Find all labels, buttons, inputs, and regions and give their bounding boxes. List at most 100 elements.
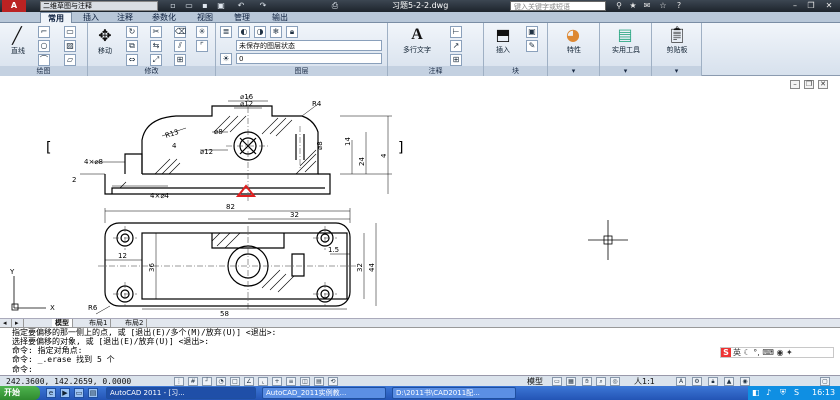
copy-icon[interactable]: ⧉ (126, 40, 138, 52)
close-icon[interactable]: ✕ (822, 0, 836, 12)
dimension-icon[interactable]: ⊢ (450, 26, 462, 38)
hatch-icon[interactable]: ▨ (64, 40, 76, 52)
annotation-visibility-icon[interactable]: A (676, 377, 686, 386)
leader-icon[interactable]: ↗ (450, 40, 462, 52)
circle-icon[interactable]: ○ (38, 40, 50, 52)
task-autocad[interactable]: AutoCAD 2011 - [习... (106, 387, 256, 399)
zoom-icon[interactable]: ⌕ (596, 377, 606, 386)
fillet-icon[interactable]: ⌜ (196, 40, 208, 52)
tray-ime-icon[interactable]: S (794, 386, 799, 400)
explode-icon[interactable]: ✳ (196, 26, 208, 38)
ducs-icon[interactable]: ⌞ (258, 377, 268, 386)
plot-icon[interactable]: ⎙ (328, 1, 342, 11)
scale-icon[interactable]: ⤢ (150, 54, 162, 66)
rotate-icon[interactable]: ↻ (126, 26, 138, 38)
utilities-icon[interactable]: ▤ (614, 25, 636, 45)
quicklaunch-browser-icon[interactable]: e (46, 388, 56, 398)
erase-icon[interactable]: ⌫ (174, 26, 186, 38)
save-icon[interactable]: ▪ (198, 1, 212, 11)
tab-annotate[interactable]: 注释 (110, 12, 140, 23)
table-icon[interactable]: ⊞ (450, 54, 462, 66)
search-input[interactable]: 键入关键字或短语 (510, 1, 606, 11)
clean-screen-icon[interactable]: ▢ (820, 377, 830, 386)
line-tool-icon[interactable]: ╱ (6, 26, 28, 46)
layer-properties-icon[interactable]: ≣ (220, 26, 232, 38)
pan-icon[interactable]: ✋︎ (582, 377, 592, 386)
workspace-switch-icon[interactable]: ⚙ (692, 377, 702, 386)
properties-dropdown[interactable]: ▾ (548, 66, 599, 76)
mtext-icon[interactable]: A (406, 25, 428, 45)
hardware-acceleration-icon[interactable]: ▲ (724, 377, 734, 386)
layer-lock-icon[interactable]: 🔒︎ (286, 26, 298, 38)
current-layer-combo[interactable]: 0 (236, 53, 382, 64)
ime-keyboard-icon[interactable]: ⌨ (762, 348, 774, 357)
ime-user-icon[interactable]: ◉ (776, 348, 783, 357)
start-button[interactable]: 开始 (0, 386, 40, 400)
offset-icon[interactable]: ⫽ (174, 40, 186, 52)
tab-insert[interactable]: 插入 (76, 12, 106, 23)
restore-icon[interactable]: ❐ (804, 0, 818, 12)
draw-panel-label[interactable]: 绘图 (0, 66, 87, 76)
layer-off-icon[interactable]: ◐ (238, 26, 250, 38)
app-menu-button[interactable]: A (2, 0, 26, 12)
object-snap-icon[interactable]: □ (230, 377, 240, 386)
edit-block-icon[interactable]: ✎ (526, 40, 538, 52)
stretch-icon[interactable]: ⇔ (126, 54, 138, 66)
ortho-mode-icon[interactable]: ┘ (202, 377, 212, 386)
command-prompt[interactable]: 命令: (12, 365, 33, 374)
mirror-icon[interactable]: ⇆ (150, 40, 162, 52)
subscription-icon[interactable]: ★ (626, 0, 640, 12)
transparency-icon[interactable]: ◫ (300, 377, 310, 386)
layer-isolate-icon[interactable]: ◑ (254, 26, 266, 38)
selection-cycling-icon[interactable]: ⟲ (328, 377, 338, 386)
new-icon[interactable]: ▫ (166, 1, 180, 11)
saveas-icon[interactable]: ▣ (214, 1, 228, 11)
tray-volume-icon[interactable]: ♪ (766, 386, 771, 400)
trim-icon[interactable]: ✂ (150, 26, 162, 38)
tab-manage[interactable]: 管理 (226, 12, 258, 23)
lineweight-icon[interactable]: ≡ (286, 377, 296, 386)
move-tool-icon[interactable]: ✥ (94, 26, 116, 46)
grid-display-icon[interactable]: # (188, 377, 198, 386)
create-block-icon[interactable]: ▣ (526, 26, 538, 38)
isolate-objects-icon[interactable]: ◉ (740, 377, 750, 386)
block-panel-label[interactable]: 块 (484, 66, 547, 76)
lock-toolbar-icon[interactable]: 🔒︎ (708, 377, 718, 386)
workspace-switcher[interactable]: 二维草图与注释 (40, 1, 158, 11)
quick-view-drawings-icon[interactable]: ▦ (566, 377, 576, 386)
quicklaunch-desktop-icon[interactable]: ▭ (74, 388, 84, 398)
clipboard-icon[interactable]: 📋︎ (666, 25, 688, 45)
tab-view[interactable]: 视图 (190, 12, 220, 23)
modify-panel-label[interactable]: 修改 (88, 66, 215, 76)
undo-icon[interactable]: ↶ (234, 1, 248, 11)
quicklaunch-folder-icon[interactable]: ▤ (88, 388, 98, 398)
tray-security-icon[interactable]: ⛨ (780, 386, 786, 400)
clipboard-label[interactable]: 剪贴板 (654, 45, 700, 55)
polar-tracking-icon[interactable]: ◔ (216, 377, 226, 386)
layers-panel-label[interactable]: 图层 (216, 66, 387, 76)
ime-moon-icon[interactable]: ☾ (744, 348, 751, 357)
properties-wheel-icon[interactable]: ◕ (562, 25, 584, 45)
tab-parametric[interactable]: 参数化 (144, 12, 184, 23)
region-icon[interactable]: ▱ (64, 54, 76, 66)
redo-icon[interactable]: ↷ (256, 1, 270, 11)
utilities-label[interactable]: 实用工具 (602, 45, 650, 55)
communication-icon[interactable]: ✉ (640, 0, 654, 12)
insert-block-icon[interactable]: ⬒ (492, 25, 514, 45)
ime-tools-icon[interactable]: ✦ (786, 348, 793, 357)
clipboard-dropdown[interactable]: ▾ (652, 66, 701, 76)
tray-network-icon[interactable]: ◧ (752, 386, 760, 400)
dynamic-input-icon[interactable]: + (272, 377, 282, 386)
tab-output[interactable]: 输出 (264, 12, 296, 23)
task-explorer[interactable]: D:\2011书\CAD2011配... (392, 387, 516, 399)
command-window[interactable]: 指定要偏移的那一侧上的点, 或 [退出(E)/多个(M)/放弃(U)] <退出>… (0, 327, 840, 375)
task-document[interactable]: AutoCAD_2011实例教... (262, 387, 386, 399)
rectangle-icon[interactable]: ▭ (64, 26, 76, 38)
open-icon[interactable]: ▭ (182, 1, 196, 11)
arc-icon[interactable]: ⌒ (38, 54, 50, 66)
layer-state-combo[interactable]: 未保存的图层状态 (236, 40, 382, 51)
drawing-canvas[interactable]: – ❐ ✕ ⌀16 ⌀12 R4 R13 ⌀8 ⌀12 4 2 4×⌀8 4×⌀… (0, 76, 840, 318)
minimize-icon[interactable]: – (788, 0, 802, 12)
array-icon[interactable]: ⊞ (174, 54, 186, 66)
favorites-icon[interactable]: ☆ (656, 0, 670, 12)
